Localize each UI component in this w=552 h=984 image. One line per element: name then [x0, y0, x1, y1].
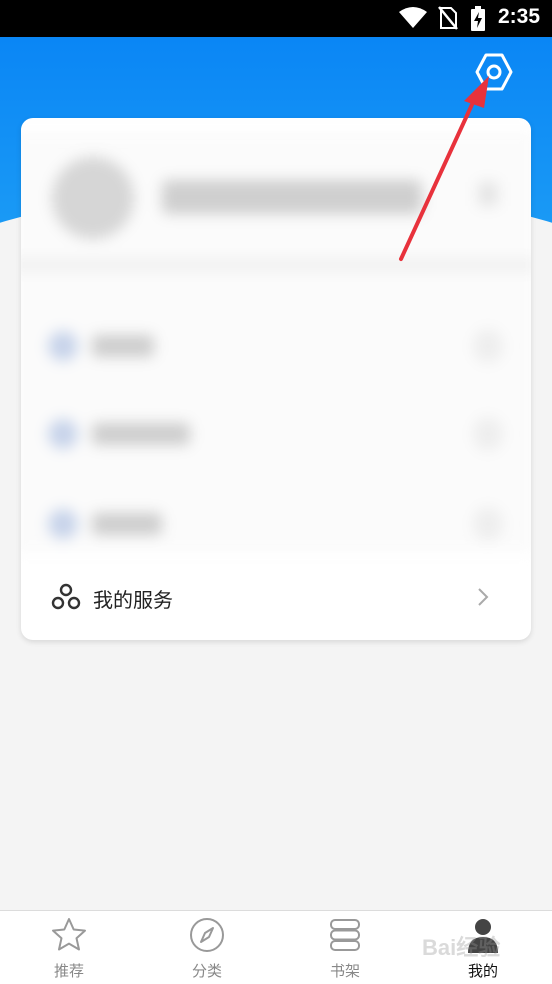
- compass-icon: [190, 918, 224, 952]
- nav-label: 分类: [191, 962, 222, 980]
- no-sim-icon: [438, 6, 458, 30]
- status-bar: 2:35: [0, 0, 552, 37]
- my-services-label: 我的服务: [93, 588, 173, 612]
- watermark-logo: Bai经验: [422, 935, 501, 960]
- nav-label: 推荐: [53, 962, 84, 980]
- my-services-row[interactable]: 我的服务: [21, 558, 531, 636]
- nav-item-category[interactable]: 分类: [138, 911, 276, 984]
- nav-label: 我的: [467, 962, 498, 980]
- settings-button[interactable]: [474, 52, 514, 92]
- bookshelf-icon: [330, 919, 360, 951]
- blurred-profile-area: [21, 132, 531, 552]
- nav-item-recommend[interactable]: 推荐: [0, 911, 138, 984]
- profile-card: 我的服务: [21, 118, 531, 640]
- avatar: [52, 157, 134, 239]
- star-icon: [52, 918, 86, 951]
- wifi-icon: [399, 7, 427, 28]
- username-placeholder: [162, 180, 422, 214]
- battery-charging-icon: [471, 6, 485, 31]
- settings-hexagon-icon: [475, 53, 513, 91]
- status-time: 2:35: [497, 5, 540, 28]
- service-dots-icon: [51, 583, 81, 610]
- nav-label: 书架: [329, 962, 360, 980]
- chevron-right-icon: [478, 588, 489, 606]
- nav-item-bookshelf[interactable]: 书架: [276, 911, 414, 984]
